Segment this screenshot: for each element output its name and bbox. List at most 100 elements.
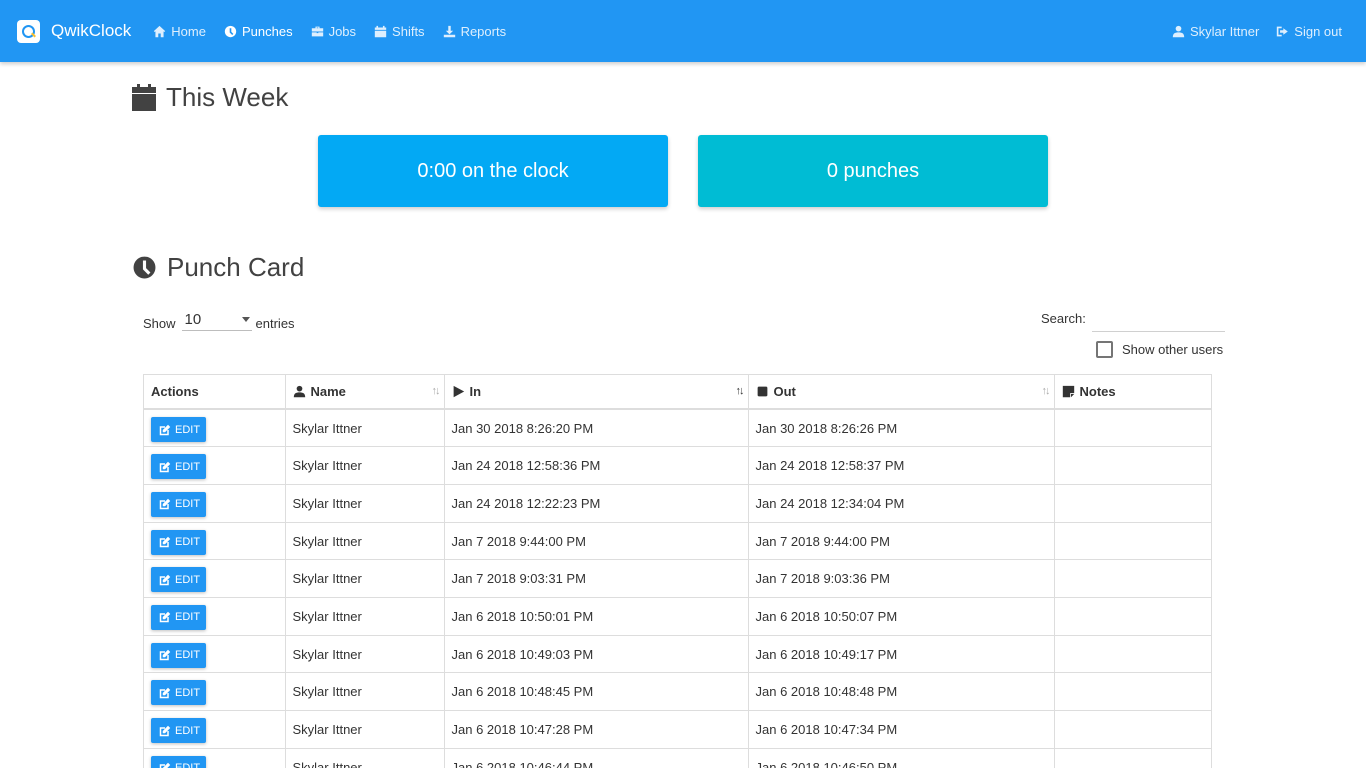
row-out-cell: Jan 6 2018 10:46:50 PM bbox=[748, 747, 1055, 768]
edit-icon bbox=[159, 612, 171, 623]
entries-select-value: 10 bbox=[184, 311, 202, 328]
play-icon bbox=[453, 385, 464, 398]
nav-punches-label: Punches bbox=[241, 23, 293, 39]
clock-icon bbox=[224, 25, 237, 37]
edit-icon bbox=[159, 499, 171, 510]
stop-icon bbox=[757, 386, 767, 397]
entries-select[interactable]: 10 bbox=[181, 311, 252, 331]
entries-label: entries bbox=[255, 316, 295, 331]
briefcase-icon bbox=[311, 26, 323, 36]
nav-reports-label: Reports bbox=[460, 23, 507, 39]
row-out-cell: Jan 7 2018 9:03:36 PM bbox=[748, 559, 1055, 598]
column-actions: Actions bbox=[144, 375, 286, 410]
nav-punches[interactable]: Punches bbox=[224, 0, 293, 62]
edit-button[interactable]: EDIT bbox=[151, 718, 206, 743]
table-row: EDIT Skylar Ittner Jan 7 2018 9:03:31 PM Ja… bbox=[144, 559, 1211, 598]
table-row: EDIT Skylar Ittner Jan 7 2018 9:44:00 PM Ja… bbox=[144, 521, 1211, 560]
sort-icon[interactable]: ↑↓ bbox=[432, 385, 441, 397]
edit-button-label: EDIT bbox=[175, 611, 201, 624]
row-out-cell: Jan 6 2018 10:50:07 PM bbox=[748, 596, 1055, 636]
column-actions-label: Actions bbox=[151, 384, 199, 399]
punch-table-body: EDIT Skylar Ittner Jan 30 2018 8:26:20 PM J… bbox=[144, 408, 1211, 768]
punch-table: Actions Name ↑↓ In ↑↓ Out ↑↓ Notes EDIT … bbox=[143, 374, 1212, 768]
row-name-cell: Skylar Ittner bbox=[285, 483, 445, 523]
row-name-cell: Skylar Ittner bbox=[285, 521, 445, 560]
nav-home[interactable]: Home bbox=[153, 0, 206, 62]
edit-icon bbox=[159, 536, 171, 548]
row-in-cell: Jan 24 2018 12:58:36 PM bbox=[444, 446, 749, 485]
nav-shifts[interactable]: Shifts bbox=[374, 0, 425, 62]
row-notes-cell bbox=[1054, 559, 1211, 598]
nav-jobs[interactable]: Jobs bbox=[311, 0, 356, 62]
row-notes-cell bbox=[1054, 710, 1211, 749]
download-icon bbox=[443, 25, 455, 37]
column-name-label: Name bbox=[310, 384, 346, 399]
edit-button-label: EDIT bbox=[175, 649, 201, 662]
table-row: EDIT Skylar Ittner Jan 30 2018 8:26:20 PM J… bbox=[144, 408, 1211, 447]
edit-button[interactable]: EDIT bbox=[151, 454, 206, 480]
table-header-row: Actions Name ↑↓ In ↑↓ Out ↑↓ Notes bbox=[144, 375, 1211, 410]
edit-icon bbox=[159, 461, 171, 472]
this-week-title: This Week bbox=[166, 82, 289, 112]
search-input[interactable] bbox=[1091, 311, 1225, 332]
edit-button[interactable]: EDIT bbox=[151, 604, 206, 630]
nav-signout-label: Sign out bbox=[1294, 23, 1342, 39]
table-row: EDIT Skylar Ittner Jan 6 2018 10:50:01 PM J… bbox=[144, 596, 1211, 636]
row-out-cell: Jan 30 2018 8:26:26 PM bbox=[748, 408, 1055, 447]
nav-signout[interactable]: Sign out bbox=[1276, 0, 1342, 62]
edit-icon bbox=[159, 725, 171, 736]
row-in-cell: Jan 6 2018 10:47:28 PM bbox=[444, 710, 749, 749]
row-actions-cell: EDIT bbox=[144, 483, 286, 523]
edit-button[interactable]: EDIT bbox=[151, 755, 206, 768]
sticky-note-icon bbox=[1062, 385, 1074, 398]
edit-button[interactable]: EDIT bbox=[151, 567, 206, 593]
column-in[interactable]: In ↑↓ bbox=[444, 375, 749, 410]
edit-button[interactable]: EDIT bbox=[151, 680, 206, 706]
clock-total-card: 0:00 on the clock bbox=[318, 135, 668, 207]
column-out[interactable]: Out ↑↓ bbox=[748, 375, 1055, 410]
row-notes-cell bbox=[1054, 596, 1211, 636]
show-other-users-checkbox[interactable] bbox=[1096, 341, 1113, 358]
edit-button-label: EDIT bbox=[175, 423, 201, 436]
row-notes-cell bbox=[1054, 521, 1211, 560]
calendar-icon bbox=[374, 25, 387, 37]
row-actions-cell: EDIT bbox=[144, 747, 286, 768]
row-actions-cell: EDIT bbox=[144, 559, 286, 598]
row-notes-cell bbox=[1054, 408, 1211, 447]
row-in-cell: Jan 6 2018 10:46:44 PM bbox=[444, 747, 749, 768]
user-icon bbox=[293, 385, 305, 398]
row-in-cell: Jan 6 2018 10:48:45 PM bbox=[444, 672, 749, 711]
column-notes-label: Notes bbox=[1079, 384, 1116, 399]
sort-icon[interactable]: ↑↓ bbox=[1042, 385, 1051, 397]
row-actions-cell: EDIT bbox=[144, 710, 286, 749]
column-in-label: In bbox=[469, 384, 482, 399]
punch-card-title: Punch Card bbox=[167, 252, 305, 282]
table-row: EDIT Skylar Ittner Jan 6 2018 10:49:03 PM J… bbox=[144, 634, 1211, 673]
nav-links: Home Punches Jobs Shifts Reports bbox=[153, 0, 524, 62]
nav-reports[interactable]: Reports bbox=[443, 0, 507, 62]
edit-button[interactable]: EDIT bbox=[151, 491, 206, 517]
nav-user[interactable]: Skylar Ittner bbox=[1172, 0, 1259, 62]
show-other-users-toggle[interactable]: Show other users bbox=[1096, 341, 1223, 358]
row-notes-cell bbox=[1054, 446, 1211, 485]
edit-button[interactable]: EDIT bbox=[151, 417, 206, 442]
punch-count-card: 0 punches bbox=[698, 135, 1048, 207]
row-name-cell: Skylar Ittner bbox=[285, 408, 445, 447]
row-name-cell: Skylar Ittner bbox=[285, 446, 445, 485]
top-navbar: QwikClock Home Punches Jobs Shifts Repor… bbox=[0, 0, 1366, 62]
table-search: Search: bbox=[1041, 311, 1225, 332]
row-actions-cell: EDIT bbox=[144, 446, 286, 485]
row-in-cell: Jan 6 2018 10:50:01 PM bbox=[444, 596, 749, 636]
show-entries-control: Show 10 entries bbox=[143, 311, 295, 331]
edit-button[interactable]: EDIT bbox=[151, 529, 206, 555]
edit-button-label: EDIT bbox=[175, 686, 201, 699]
sort-desc-icon[interactable]: ↑↓ bbox=[736, 385, 745, 397]
edit-button[interactable]: EDIT bbox=[151, 642, 206, 668]
row-out-cell: Jan 7 2018 9:44:00 PM bbox=[748, 521, 1055, 560]
edit-button-label: EDIT bbox=[175, 498, 201, 511]
brand[interactable]: QwikClock bbox=[17, 0, 131, 62]
column-name[interactable]: Name ↑↓ bbox=[285, 375, 445, 410]
home-icon bbox=[154, 25, 166, 37]
row-out-cell: Jan 24 2018 12:58:37 PM bbox=[748, 446, 1055, 485]
table-row: EDIT Skylar Ittner Jan 6 2018 10:48:45 PM J… bbox=[144, 672, 1211, 711]
